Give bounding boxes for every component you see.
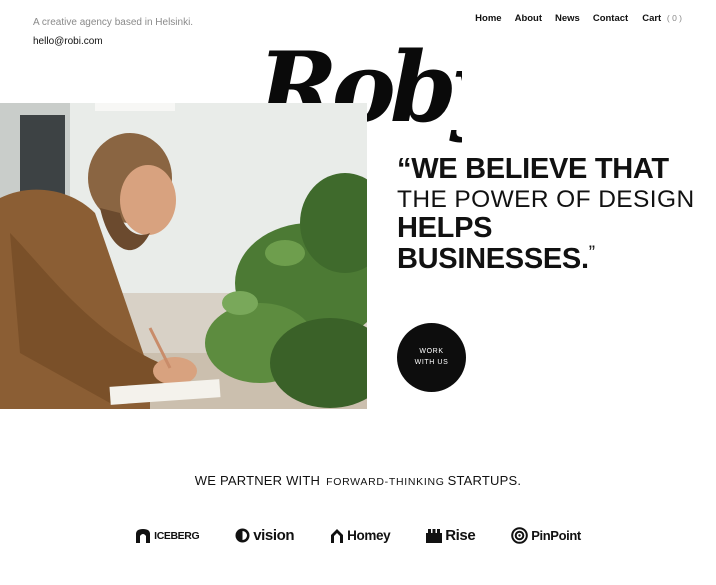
rise-icon: [426, 528, 443, 543]
partners-heading-part-1: We partner with: [194, 473, 321, 488]
cart-link[interactable]: Cart ( 0 ): [642, 13, 682, 24]
partner-rise[interactable]: Rise: [426, 527, 476, 544]
quote-line-1: “We believe that: [397, 153, 669, 185]
quote-line-2: the power of design: [397, 186, 695, 214]
hero-quote: “We believe that the power of design hel…: [397, 154, 697, 274]
partners-heading-part-2: Forward-thinking: [326, 476, 445, 488]
partner-pinpoint-name: PinPoint: [531, 528, 581, 543]
quote-line-3: helps: [397, 212, 493, 245]
main-nav: Home About News Contact Cart ( 0 ): [462, 13, 682, 24]
agency-tagline: A creative agency based in Helsinki.: [33, 17, 194, 28]
partner-pinpoint[interactable]: PinPoint: [511, 527, 581, 544]
cart-label: Cart: [642, 13, 662, 24]
partner-vision[interactable]: vision: [235, 527, 295, 544]
partner-iceberg[interactable]: ICEBERG: [135, 528, 200, 543]
partner-rise-name: Rise: [445, 527, 476, 544]
vision-icon: [235, 528, 250, 543]
partners-heading: We partner with Forward-thinking startups.: [0, 473, 716, 488]
partner-iceberg-name: ICEBERG: [154, 529, 200, 542]
man-writing-photo: [0, 103, 367, 409]
contact-email-link[interactable]: hello@robi.com: [33, 36, 103, 47]
nav-item-about[interactable]: About: [515, 13, 542, 24]
nav-item-news[interactable]: News: [555, 13, 580, 24]
quote-line-4: businesses.”: [397, 242, 697, 275]
partner-logos: ICEBERG vision Homey Rise PinPoint: [0, 527, 716, 544]
partner-homey[interactable]: Homey: [330, 528, 391, 543]
work-with-us-label: Work with us: [414, 348, 449, 366]
work-with-us-button[interactable]: Work with us: [397, 323, 466, 392]
partner-vision-name: vision: [253, 527, 295, 544]
partner-homey-name: Homey: [347, 528, 391, 543]
hero-photo: [0, 103, 367, 409]
pinpoint-icon: [511, 527, 529, 544]
nav-item-contact[interactable]: Contact: [593, 13, 628, 24]
cart-count: ( 0 ): [666, 13, 682, 23]
nav-item-home[interactable]: Home: [475, 13, 501, 24]
iceberg-icon: [136, 529, 151, 543]
quote-line-4-text: businesses.: [397, 242, 589, 275]
quote-closing-mark: ”: [588, 242, 595, 264]
homey-icon: [331, 528, 344, 543]
partners-heading-part-3: startups.: [447, 473, 522, 488]
